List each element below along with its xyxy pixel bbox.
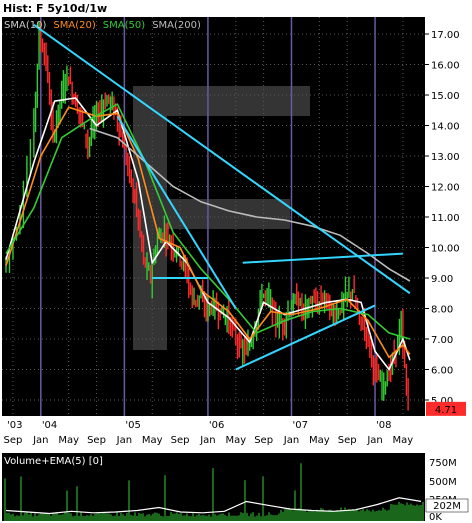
month-label: May (309, 435, 330, 446)
legend-entry: SMA(10) (4, 20, 46, 31)
month-label: Sep (4, 435, 23, 446)
y-tick-label: 7.00 (431, 335, 453, 346)
year-label: '05 (125, 420, 140, 431)
month-label: Jan (32, 435, 48, 446)
y-tick-label: 13.00 (431, 152, 460, 163)
legend-entry: SMA(20) (53, 20, 95, 31)
chart-canvas: 17.00 16.00 15.00 14.00 13.00 12.00 11.00 10.00… (2, 17, 470, 523)
year-label: '07 (292, 420, 307, 431)
legend-entry: SMA(200) (152, 20, 201, 31)
month-label: Sep (171, 435, 190, 446)
volume-tick-label: 500M (429, 477, 457, 488)
y-tick-label: 6.00 (431, 366, 453, 377)
volume-tick-label: 0K (429, 512, 442, 523)
y-tick-label: 9.00 (431, 274, 453, 285)
month-label: Jan (366, 435, 382, 446)
last-price-label: 4.71 (435, 405, 457, 416)
year-label: '04 (42, 420, 57, 431)
y-tick-label: 17.00 (431, 30, 460, 41)
y-tick-label: 14.00 (431, 122, 460, 133)
volume-label: Volume+EMA(5) [0] (4, 456, 103, 467)
month-label: Jan (283, 435, 299, 446)
year-label: '06 (209, 420, 224, 431)
month-label: Sep (87, 435, 106, 446)
y-tick-label: 12.00 (431, 183, 460, 194)
month-label: Jan (116, 435, 132, 446)
month-label: May (393, 435, 414, 446)
chart-title: Hist: F 5y10d/1w (3, 2, 108, 15)
month-label: May (225, 435, 246, 446)
year-label: '03 (7, 420, 22, 431)
y-tick-label: 10.00 (431, 244, 460, 255)
legend-entry: SMA(50) (103, 20, 145, 31)
volume-current-label: 202M (433, 501, 461, 512)
y-tick-label: 8.00 (431, 305, 453, 316)
y-tick-label: 16.00 (431, 61, 460, 72)
month-label: May (58, 435, 79, 446)
volume-tick-label: 750M (429, 458, 457, 469)
time-axis: '03 '04 '05 '06 '07 '08 Sep Jan May Sep Jan May Sep J… (4, 420, 414, 446)
month-label: Sep (254, 435, 273, 446)
y-tick-label: 11.00 (431, 213, 460, 224)
y-tick-label: 15.00 (431, 91, 460, 102)
month-label: Jan (199, 435, 215, 446)
month-label: Sep (338, 435, 357, 446)
legend: SMA(10) SMA(20) SMA(50) SMA(200) (4, 20, 201, 31)
year-label: '08 (376, 420, 391, 431)
month-label: May (142, 435, 163, 446)
